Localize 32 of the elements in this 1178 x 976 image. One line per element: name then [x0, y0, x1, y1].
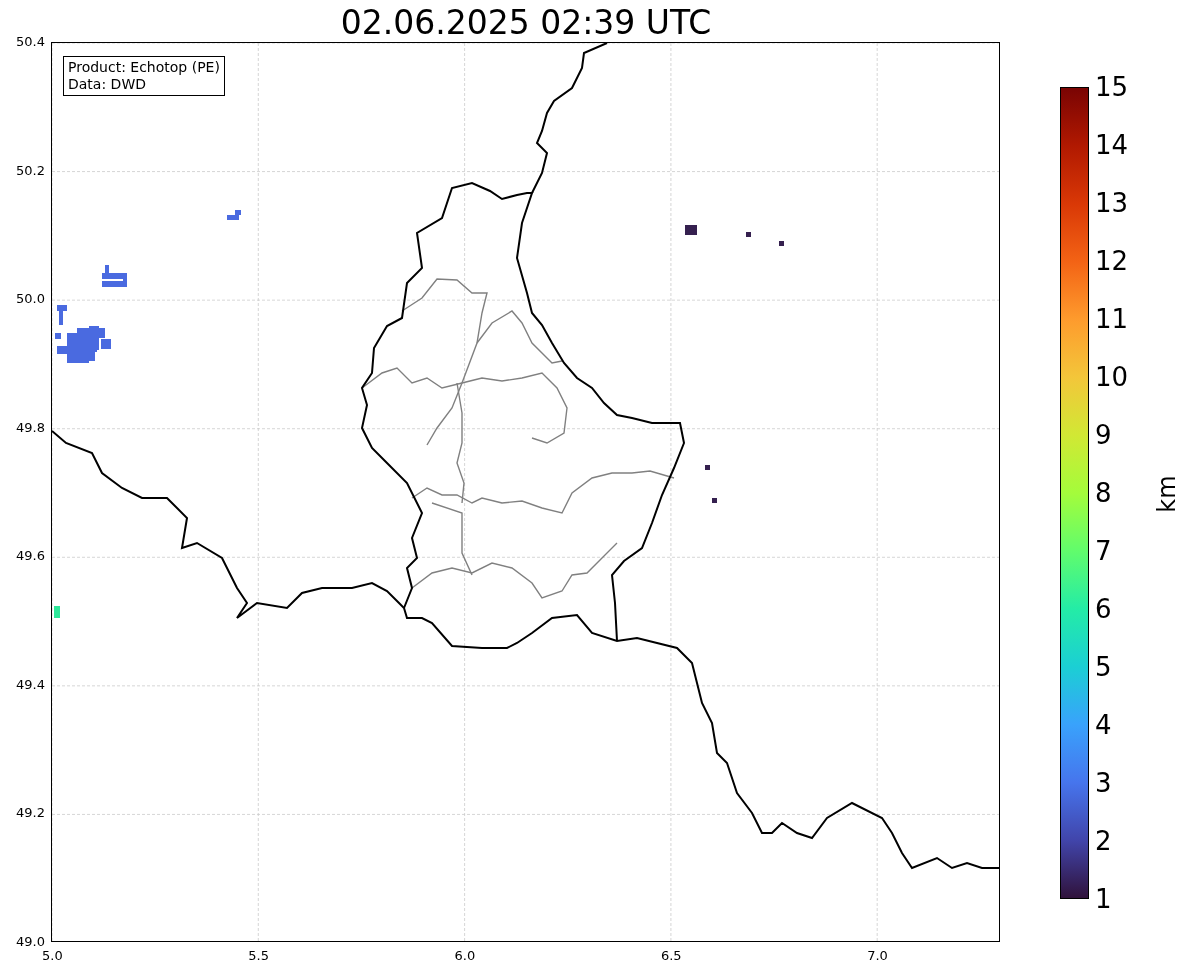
y-tick-label: 49.6 [16, 548, 45, 564]
y-tick-label: 49.4 [16, 676, 45, 692]
x-tick-label: 7.0 [867, 948, 888, 963]
colorbar-tick-label: 2 [1095, 828, 1112, 854]
x-tick-label: 6.5 [660, 948, 682, 963]
colorbar-tick-label: 14 [1095, 132, 1129, 158]
y-tick-label: 50.2 [16, 162, 45, 178]
y-tick-label: 50.0 [16, 291, 45, 307]
x-tick-label: 5.0 [42, 948, 63, 963]
colorbar-tick-label: 7 [1095, 538, 1112, 564]
x-tick-label: 6.0 [454, 948, 476, 963]
colorbar-unit-label: km [1152, 475, 1178, 513]
colorbar-tick-label: 4 [1095, 712, 1112, 738]
colorbar-tick-label: 11 [1095, 306, 1129, 332]
colorbar-tick-label: 10 [1095, 364, 1129, 390]
colorbar-tick-label: 12 [1095, 248, 1129, 274]
colorbar-tick-label: 6 [1095, 596, 1112, 622]
colorbar-tick-label: 9 [1095, 422, 1112, 448]
colorbar-tick-label: 15 [1095, 74, 1129, 100]
info-text: Data: DWD [68, 76, 147, 93]
y-tick-label: 49.2 [16, 805, 45, 821]
chart-title: 02.06.2025 02:39 UTC [339, 2, 713, 42]
x-tick-label: 5.5 [248, 948, 269, 963]
colorbar-tick-label: 8 [1095, 480, 1112, 506]
colorbar-tick-label: 13 [1095, 190, 1129, 216]
colorbar-tick-label: 5 [1095, 654, 1112, 680]
y-tick-label: 49.0 [16, 934, 45, 949]
colorbar-tick-label: 3 [1095, 770, 1112, 796]
y-tick-label: 49.8 [16, 419, 45, 435]
y-tick-label: 50.4 [16, 34, 45, 49]
info-text: Product: Echotop (PE) [68, 59, 220, 76]
colorbar-tick-label: 1 [1095, 886, 1112, 912]
